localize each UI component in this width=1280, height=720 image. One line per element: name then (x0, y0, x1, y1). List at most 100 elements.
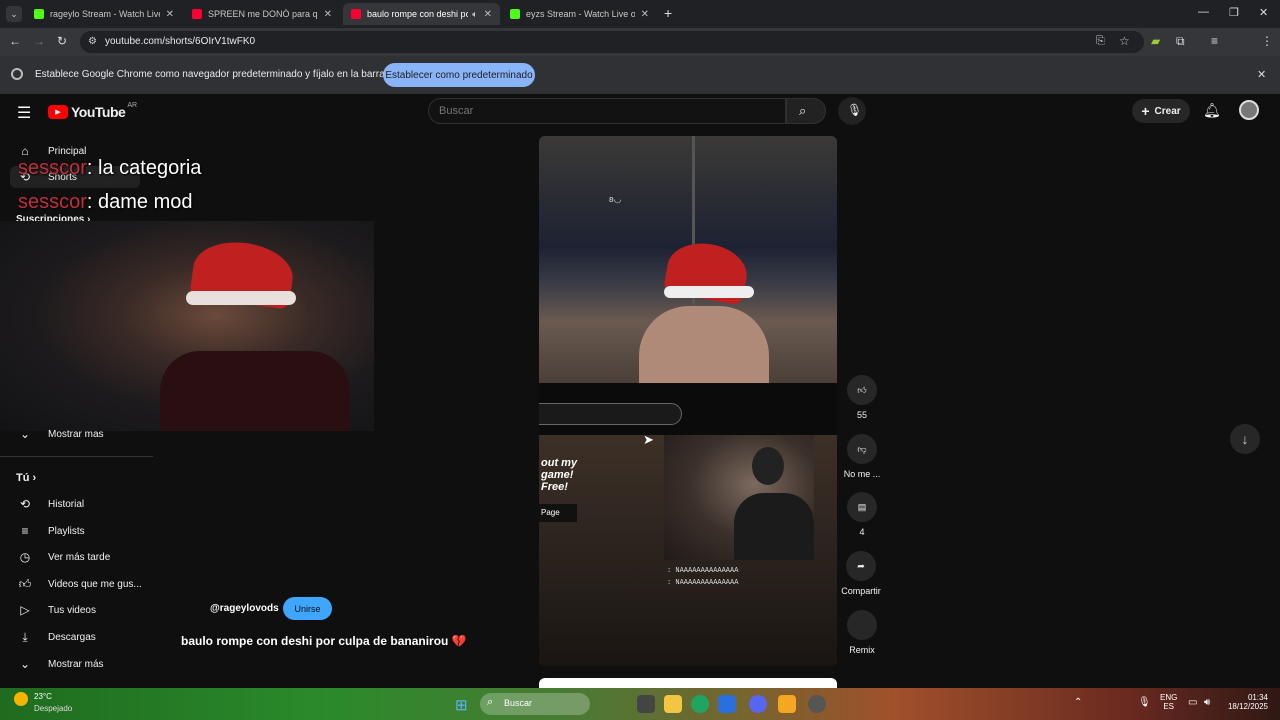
sidebar-item-liked-videos[interactable]: 👍︎ Videos que me gus... (16, 573, 146, 595)
share-button[interactable]: ➦ Compartir (838, 551, 884, 596)
sidebar-divider (0, 456, 153, 457)
extension-icon[interactable]: ▰ (1151, 34, 1160, 48)
kick-favicon-icon (510, 9, 520, 19)
person-shape (734, 493, 814, 560)
join-button[interactable]: Unirse (283, 597, 332, 620)
close-tab-icon[interactable]: ✕ (641, 9, 649, 20)
restore-icon[interactable]: ❐ (1229, 6, 1239, 19)
video-frame-mid (539, 383, 837, 435)
browser-tab-3-active[interactable]: baulo rompe con deshi por 🔈︎ ✕ (343, 3, 500, 25)
close-tab-icon[interactable]: ✕ (324, 9, 332, 20)
chevron-down-icon: ⌄ (19, 427, 31, 441)
app-icon[interactable] (718, 695, 736, 713)
language-indicator[interactable]: ENG ES (1160, 693, 1177, 711)
close-infobar-icon[interactable]: ✕ (1257, 68, 1266, 81)
browser-tab-4[interactable]: eyzs Stream - Watch Live on Kic ✕ (502, 3, 657, 25)
search-field[interactable] (428, 98, 786, 124)
next-short-button[interactable]: ↓ (1230, 424, 1260, 454)
microphone-icon: 🎙︎ (847, 103, 863, 117)
channel-handle[interactable]: @rageylovods (210, 603, 279, 614)
bookmark-star-icon[interactable]: ☆ (1119, 34, 1130, 48)
sidebar-item-watch-later[interactable]: ◷ Ver más tarde (16, 546, 146, 568)
youtube-favicon-icon (351, 9, 361, 19)
volume-icon[interactable]: 🔊︎ (1204, 697, 1210, 708)
weather-icon[interactable] (14, 692, 28, 706)
extensions-puzzle-icon[interactable]: ⧉ (1176, 34, 1185, 49)
history-icon: ⟲ (19, 497, 31, 511)
sidebar-item-label: Descargas (48, 631, 96, 643)
menu-kebab-icon[interactable]: ⋮ (1261, 34, 1273, 48)
comments-button[interactable]: ▤ 4 (840, 492, 884, 537)
sidebar-item-playlists[interactable]: ≡ Playlists (16, 520, 146, 542)
chrome-icon[interactable] (691, 695, 709, 713)
dislike-icon: 👎︎ (847, 434, 877, 464)
address-bar[interactable]: ⚙ youtube.com/shorts/6OIrV1twFK0 ⎘ ☆ (80, 31, 1144, 53)
taskbar-search[interactable]: ⌕ Buscar (480, 693, 590, 715)
task-view-icon[interactable] (637, 695, 655, 713)
mouse-cursor-icon: ➤ (643, 432, 654, 447)
notifications-bell-icon[interactable]: 🔔︎ (1203, 102, 1221, 119)
windows-start-icon[interactable]: ⊞ (455, 696, 468, 714)
chat-username: sesscor (18, 157, 87, 179)
taskbar-search-label: Buscar (504, 698, 533, 708)
browser-tab-2[interactable]: SPREEN me DONÓ para que ES ✕ (184, 3, 340, 25)
site-info-icon[interactable]: ⚙ (88, 36, 97, 47)
file-explorer-icon[interactable] (664, 695, 682, 713)
next-short-preview[interactable] (539, 678, 837, 688)
video-frame-top: ʚ◡ (539, 136, 837, 383)
search-icon: ⌕ (487, 696, 494, 708)
browser-tab-strip: ⌄ rageylo Stream - Watch Live on K ✕ SPR… (0, 0, 1280, 28)
close-window-icon[interactable]: ✕ (1259, 6, 1268, 19)
tab-search-icon[interactable]: ⌄ (6, 6, 22, 22)
tray-overflow-icon[interactable]: ⌃ (1074, 697, 1082, 708)
youtube-logo[interactable]: ▶ YouTube AR (48, 101, 138, 120)
santa-hat-brim-shape (186, 291, 296, 305)
voice-search-button[interactable]: 🎙︎ (838, 97, 866, 125)
search-button[interactable]: ⌕ (786, 98, 826, 124)
discord-icon[interactable] (749, 695, 767, 713)
playlist-icon: ≡ (21, 524, 29, 538)
set-default-browser-button[interactable]: Establecer como predeterminado (383, 63, 535, 87)
share-label: Compartir (841, 586, 881, 596)
account-avatar[interactable] (1239, 100, 1259, 120)
sidebar-show-more-subs[interactable]: ⌄ Mostrar mas (16, 423, 146, 445)
plus-icon: + (1141, 103, 1150, 119)
media-control-icon[interactable]: ≡ (1211, 34, 1218, 48)
remix-label: Remix (849, 645, 875, 655)
person-shape (639, 306, 769, 383)
back-icon[interactable]: ← (9, 34, 21, 48)
game-promo-text: out my game! Free! (541, 457, 578, 493)
weather-temp: 23°C (34, 692, 52, 701)
close-tab-icon[interactable]: ✕ (166, 9, 174, 20)
network-icon[interactable]: ▭ (1188, 697, 1197, 708)
hamburger-menu-icon[interactable]: ☰ (17, 103, 31, 123)
sidebar-item-historial[interactable]: ⟲ Historial (16, 493, 146, 515)
search-input[interactable] (429, 99, 785, 123)
app-icon[interactable] (778, 695, 796, 713)
forward-icon[interactable]: → (33, 34, 45, 48)
dislike-button[interactable]: 👎︎ No me ... (840, 434, 884, 479)
jersey-shape (160, 351, 350, 431)
audio-playing-icon[interactable]: 🔈︎ (472, 9, 477, 20)
reload-icon[interactable]: ↻ (57, 34, 67, 48)
close-tab-icon[interactable]: ✕ (484, 9, 492, 20)
clock[interactable]: 01:34 18/12/2025 (1226, 693, 1268, 711)
shorts-video-player[interactable]: ʚ◡ out my game! Free! Page : NAAAAAAAAAA… (539, 136, 837, 666)
you-section-header[interactable]: Tú › (16, 472, 36, 484)
like-button[interactable]: 👍︎ 55 (840, 375, 884, 420)
browser-tab-1[interactable]: rageylo Stream - Watch Live on K ✕ (26, 3, 182, 25)
install-app-icon[interactable]: ⎘ (1096, 35, 1105, 48)
new-tab-icon[interactable]: + (664, 5, 672, 21)
remix-button[interactable]: Remix (840, 610, 884, 655)
microphone-icon[interactable]: 🎙︎ (1138, 697, 1151, 708)
app-icon[interactable] (808, 695, 826, 713)
sidebar-item-downloads[interactable]: ⤓ Descargas (16, 626, 146, 648)
sidebar-item-label: Historial (48, 498, 85, 510)
overlay-chat-line: sesscor: dame mod (18, 191, 193, 214)
like-icon: 👍︎ (18, 576, 32, 591)
sidebar-show-more-you[interactable]: ⌄ Mostrar más (16, 653, 146, 675)
minimize-icon[interactable]: — (1198, 6, 1209, 18)
sidebar-item-your-videos[interactable]: ▷ Tus videos (16, 599, 146, 621)
region-code: AR (127, 101, 138, 109)
create-button[interactable]: + Crear (1132, 99, 1190, 123)
